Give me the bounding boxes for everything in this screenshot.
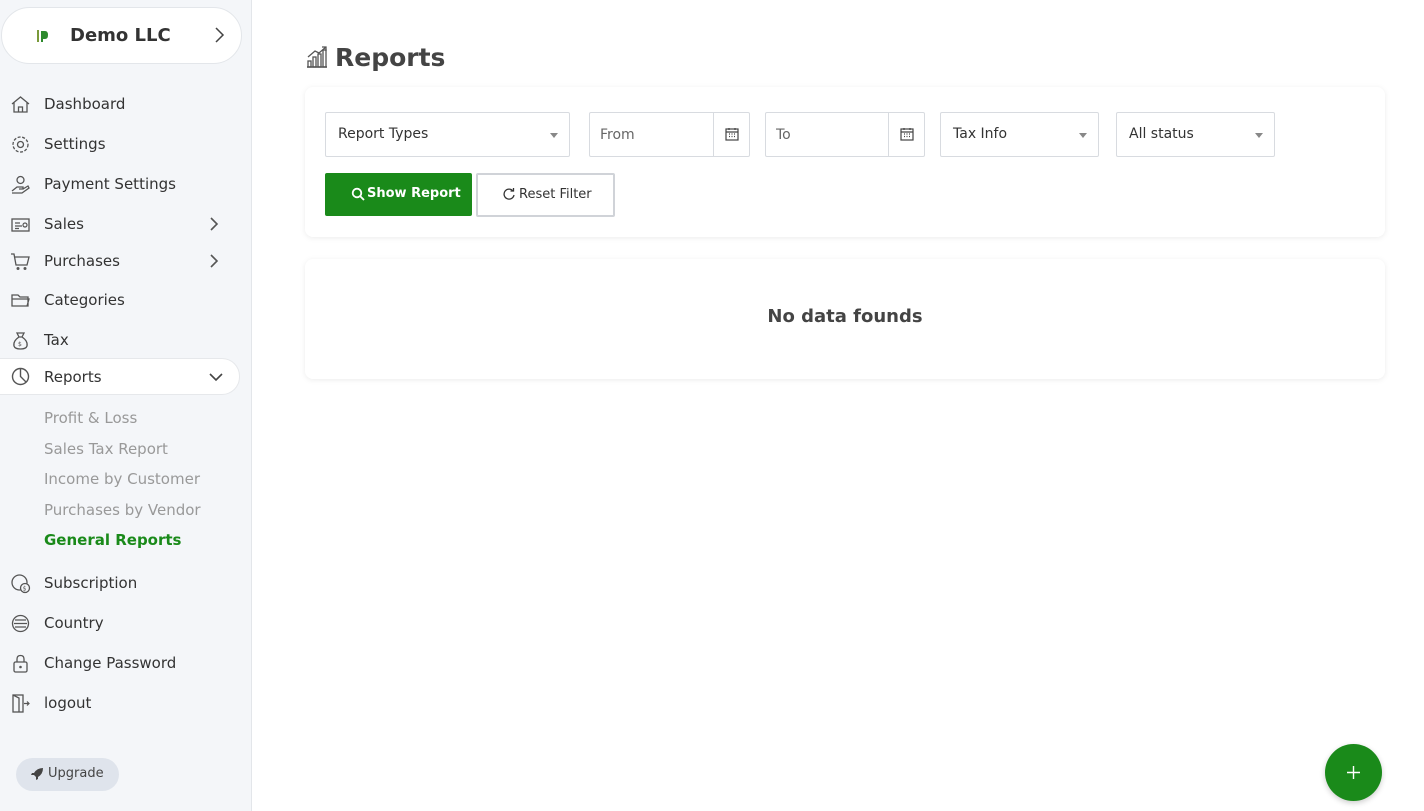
tax-info-select[interactable]: Tax Info <box>940 112 1099 157</box>
svg-text:$: $ <box>18 341 22 348</box>
show-report-label: Show Report <box>367 186 461 201</box>
to-date-input[interactable] <box>766 113 889 156</box>
svg-text:$: $ <box>23 586 27 593</box>
sidebar-item-label: Purchases <box>44 252 120 270</box>
sidebar-subitem-general-reports[interactable]: General Reports <box>44 531 181 549</box>
from-calendar-button[interactable] <box>713 113 749 156</box>
sidebar-item-settings[interactable]: Settings <box>0 126 240 162</box>
money-hand-icon <box>11 175 30 194</box>
tax-bag-icon: $ <box>13 332 28 350</box>
results-panel: No data founds <box>305 259 1385 379</box>
sidebar-item-label: Change Password <box>44 654 177 672</box>
page-title-text: Reports <box>335 43 446 72</box>
company-logo-icon <box>37 30 48 42</box>
home-icon <box>11 96 30 113</box>
sidebar-item-label: Country <box>44 614 104 632</box>
upgrade-label: Upgrade <box>48 766 104 781</box>
lock-icon <box>13 654 28 673</box>
company-name: Demo LLC <box>70 25 171 46</box>
sidebar-item-purchases[interactable]: Purchases <box>0 243 240 279</box>
sidebar-item-label: Sales <box>44 215 84 233</box>
refresh-icon <box>503 188 515 200</box>
pie-chart-icon <box>11 367 30 386</box>
status-select[interactable]: All status <box>1116 112 1275 157</box>
report-type-select[interactable]: Report Types <box>325 112 570 157</box>
sidebar-item-label: Reports <box>44 368 102 386</box>
sidebar-item-sales[interactable]: Sales <box>0 206 240 242</box>
sidebar-item-tax[interactable]: $ Tax <box>0 322 240 358</box>
to-calendar-button[interactable] <box>888 113 924 156</box>
empty-state-message: No data founds <box>767 306 923 327</box>
chevron-right-icon <box>215 27 225 43</box>
add-fab-button[interactable] <box>1325 744 1382 801</box>
calendar-icon <box>900 128 914 141</box>
chevron-right-icon <box>210 254 219 268</box>
to-date-field[interactable] <box>765 112 925 157</box>
caret-down-icon <box>1079 133 1087 138</box>
status-value: All status <box>1129 126 1194 142</box>
sidebar-item-categories[interactable]: Categories <box>0 282 240 318</box>
company-switcher[interactable]: Demo LLC <box>1 7 242 64</box>
sidebar-item-payment-settings[interactable]: Payment Settings <box>0 166 240 202</box>
sidebar-item-country[interactable]: Country <box>0 605 240 641</box>
sidebar-item-label: logout <box>44 694 92 712</box>
sidebar-item-change-password[interactable]: Change Password <box>0 645 240 681</box>
sidebar-item-dashboard[interactable]: Dashboard <box>0 86 240 122</box>
calendar-icon <box>725 128 739 141</box>
sidebar-item-label: Dashboard <box>44 95 126 113</box>
tax-info-value: Tax Info <box>953 126 1008 142</box>
sidebar-item-label: Tax <box>44 331 69 349</box>
sidebar-item-reports[interactable]: Reports <box>0 358 240 395</box>
sidebar-item-label: Subscription <box>44 574 138 592</box>
folder-icon <box>11 294 30 307</box>
bar-chart-icon <box>307 46 327 68</box>
sidebar-subitem-purchases-by-vendor[interactable]: Purchases by Vendor <box>44 501 201 519</box>
sidebar-item-subscription[interactable]: $ Subscription <box>0 565 240 601</box>
cart-icon <box>11 253 30 270</box>
gear-icon <box>12 136 29 153</box>
rocket-icon <box>31 768 43 780</box>
logout-icon <box>12 694 30 713</box>
invoice-icon <box>11 218 30 232</box>
search-icon <box>351 187 365 201</box>
from-date-input[interactable] <box>590 113 714 156</box>
sidebar-item-label: Payment Settings <box>44 175 176 193</box>
filter-panel: Report Types Tax Info All status Show Re… <box>305 87 1385 237</box>
report-type-value: Report Types <box>338 126 429 142</box>
sidebar: Demo LLC Dashboard Settings Payment Sett… <box>0 0 252 811</box>
globe-icon <box>11 614 30 633</box>
chevron-down-icon <box>209 373 223 382</box>
sidebar-item-label: Categories <box>44 291 125 309</box>
sidebar-subitem-income-by-customer[interactable]: Income by Customer <box>44 470 200 488</box>
plus-icon <box>1347 766 1360 779</box>
from-date-field[interactable] <box>589 112 750 157</box>
reset-filter-label: Reset Filter <box>519 187 592 202</box>
sidebar-item-label: Settings <box>44 135 106 153</box>
upgrade-button[interactable]: Upgrade <box>16 758 119 791</box>
caret-down-icon <box>1255 133 1263 138</box>
sidebar-subitem-profit-loss[interactable]: Profit & Loss <box>44 409 137 427</box>
sidebar-item-logout[interactable]: logout <box>0 685 240 721</box>
subscription-icon: $ <box>11 574 31 594</box>
reset-filter-button[interactable]: Reset Filter <box>476 173 615 217</box>
sidebar-subitem-sales-tax-report[interactable]: Sales Tax Report <box>44 440 168 458</box>
caret-down-icon <box>550 133 558 138</box>
show-report-button[interactable]: Show Report <box>325 173 472 216</box>
chevron-right-icon <box>210 217 219 231</box>
